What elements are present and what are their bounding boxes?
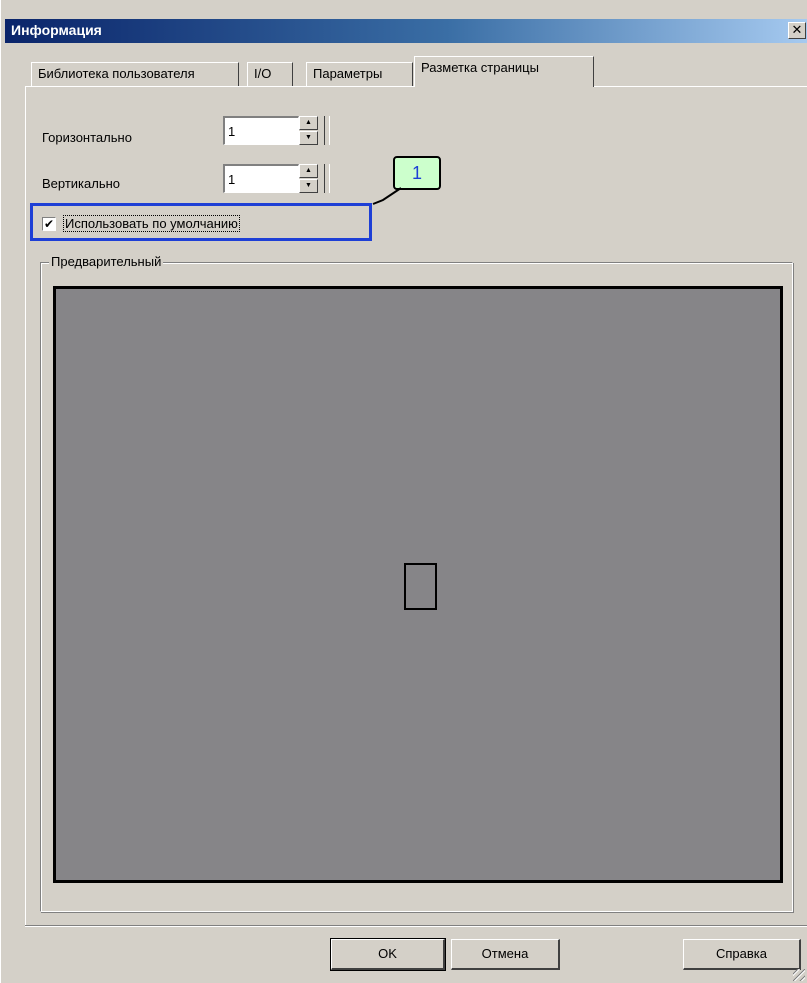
help-button-label: Справка xyxy=(716,946,767,961)
use-default-label[interactable]: Использовать по умолчанию xyxy=(63,215,240,232)
cancel-button[interactable]: Отмена xyxy=(451,939,560,970)
page-preview-rect xyxy=(404,563,437,610)
cancel-button-label: Отмена xyxy=(481,946,529,961)
checkmark-icon: ✔ xyxy=(43,217,55,231)
dialog-window: Информация ✕ Библиотека пользователя I/O… xyxy=(0,0,807,983)
tab-page-layout[interactable]: Разметка страницы xyxy=(414,56,594,87)
resize-grip[interactable] xyxy=(793,969,805,981)
use-default-checkbox[interactable]: ✔ xyxy=(42,217,56,231)
ok-button[interactable]: OK xyxy=(330,938,446,971)
preview-group-title: Предварительный xyxy=(49,254,164,269)
separator xyxy=(25,925,807,927)
ok-button-label: OK xyxy=(378,946,397,961)
help-button[interactable]: Справка xyxy=(683,939,801,970)
tab-label: Разметка страницы xyxy=(421,60,539,75)
